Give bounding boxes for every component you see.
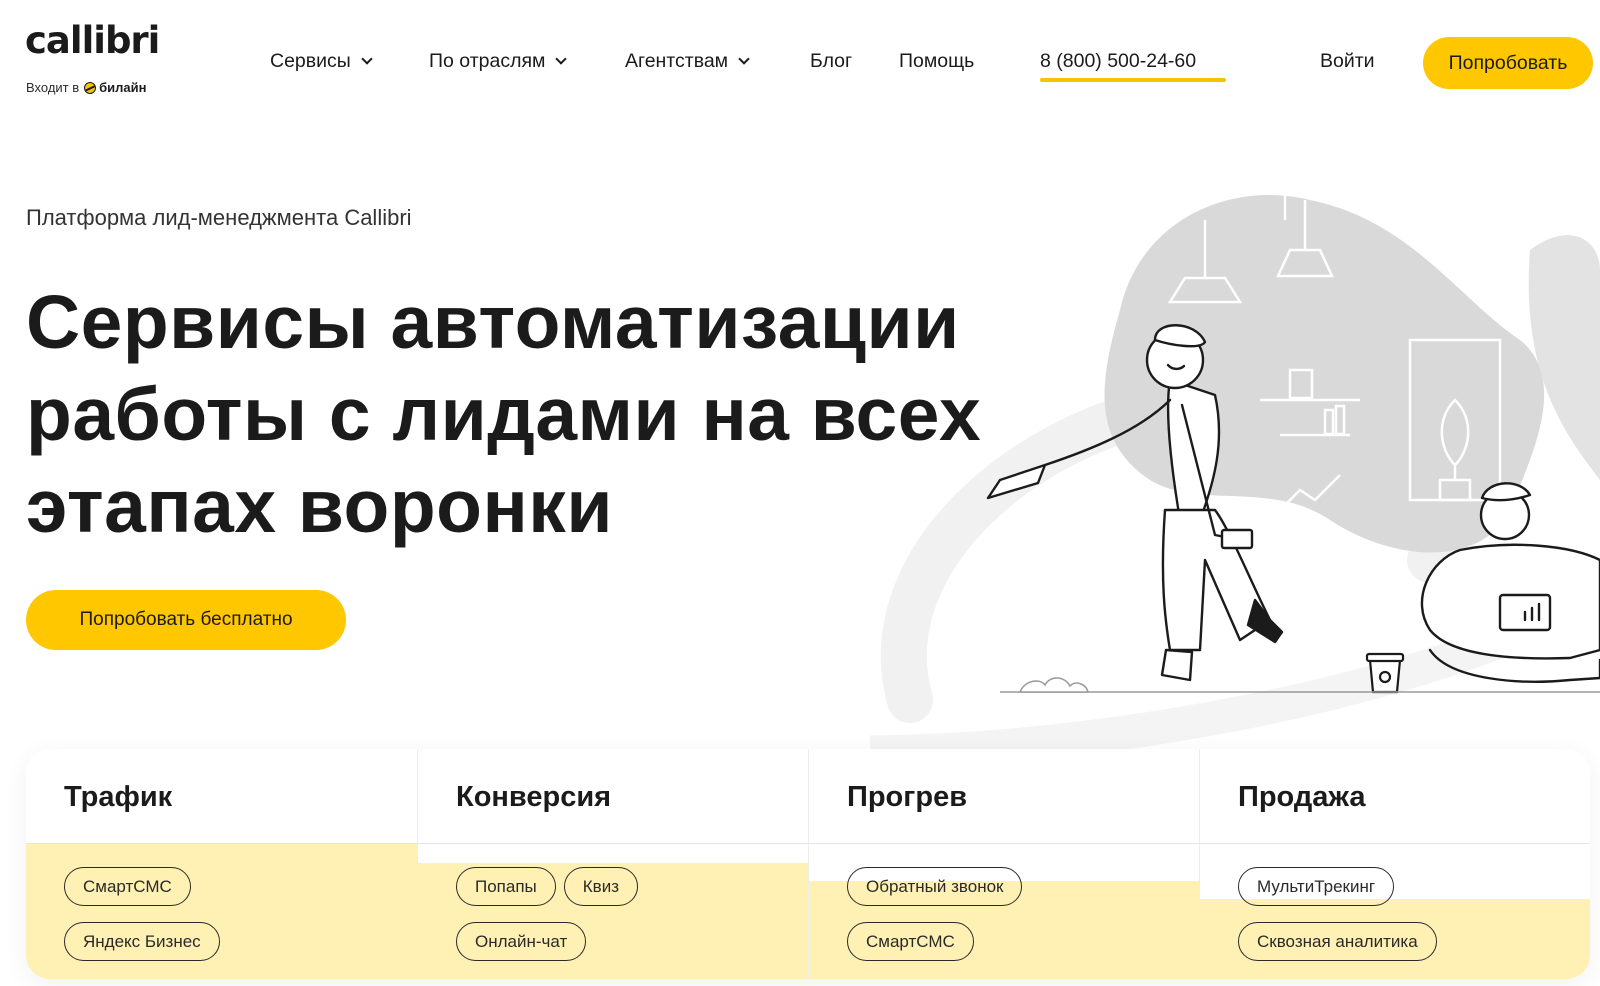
nav-item-label: Агентствам [625, 50, 729, 72]
tag-smartsms[interactable]: СмартСМС [64, 867, 191, 906]
logo[interactable]: callibri Входит в билайн [25, 22, 185, 102]
tag-multitracking[interactable]: МультиТрекинг [1238, 867, 1395, 906]
try-button[interactable]: Попробовать [1423, 37, 1593, 89]
tag-yandex-business[interactable]: Яндекс Бизнес [64, 922, 220, 961]
chevron-down-icon [738, 53, 750, 65]
chevron-down-icon [555, 53, 568, 65]
hero-title-line: работы с лидами на всех [26, 372, 982, 456]
card-divider [809, 843, 1199, 844]
phone-underline [1040, 78, 1226, 82]
phone-link[interactable]: 8 (800) 500-24-60 [1040, 50, 1196, 73]
chevron-down-icon [361, 53, 373, 65]
login-link[interactable]: Войти [1320, 50, 1375, 73]
nav-item-industries[interactable]: По отраслям [429, 50, 568, 73]
card-title: Продажа [1238, 781, 1366, 813]
card-title: Конверсия [456, 781, 612, 813]
tag-smartsms[interactable]: СмартСМС [847, 922, 974, 961]
nav-item-label: Сервисы [270, 50, 351, 72]
nav-item-services[interactable]: Сервисы [270, 50, 373, 73]
nav-item-label: По отраслям [429, 50, 546, 72]
tag-popups[interactable]: Попапы [456, 867, 556, 906]
nav-item-help[interactable]: Помощь [899, 50, 974, 73]
nav-item-blog[interactable]: Блог [810, 50, 852, 73]
logo-wordmark: callibri [25, 19, 160, 62]
nav-item-label: Помощь [899, 50, 975, 72]
tag-callback[interactable]: Обратный звонок [847, 867, 1023, 906]
tag-quiz[interactable]: Квиз [563, 867, 638, 906]
hero-title: Сервисы автоматизации работы с лидами на… [26, 276, 1006, 552]
card-tags: СмартСМС Яндекс Бизнес [64, 867, 397, 961]
shrub [1018, 677, 1089, 693]
background-blob-right [1528, 235, 1600, 480]
hero-eyebrow: Платформа лид-менеджмента Callibri [26, 205, 412, 230]
card-divider [26, 843, 417, 844]
card-traffic[interactable]: Трафик СмартСМС Яндекс Бизнес [26, 749, 417, 979]
card-warmup[interactable]: Прогрев Обратный звонок СмартСМС [808, 749, 1199, 979]
card-tags: Попапы Квиз Онлайн-чат [456, 867, 788, 961]
coffee-cup [1365, 652, 1405, 694]
logo-subtitle: Входит в билайн [26, 80, 147, 95]
nav-item-label: Блог [810, 50, 853, 72]
tag-end-to-end-analytics[interactable]: Сквозная аналитика [1238, 922, 1437, 961]
hero-illustration [870, 180, 1600, 770]
nav-item-agencies[interactable]: Агентствам [625, 50, 750, 73]
card-title: Трафик [64, 781, 173, 813]
card-divider [418, 843, 808, 844]
logo-sub-brand: билайн [99, 80, 147, 95]
tag-online-chat[interactable]: Онлайн-чат [456, 922, 587, 961]
hero-title-line: Сервисы автоматизации [26, 280, 960, 364]
funnel-cards: Трафик СмартСМС Яндекс Бизнес Конверсия … [26, 749, 1590, 979]
card-divider [1200, 843, 1590, 844]
card-conversion[interactable]: Конверсия Попапы Квиз Онлайн-чат [417, 749, 808, 979]
card-tags: Обратный звонок СмартСМС [847, 867, 1179, 961]
card-title: Прогрев [847, 781, 968, 813]
beeline-logo-icon [84, 81, 97, 94]
site-header: callibri Входит в билайн Сервисы По отра… [0, 0, 1600, 120]
hero-title-line: этапах воронки [26, 464, 613, 548]
card-tags: МультиТрекинг Сквозная аналитика [1238, 867, 1570, 961]
logo-sub-prefix: Входит в [26, 80, 80, 95]
card-sales[interactable]: Продажа МультиТрекинг Сквозная аналитика [1199, 749, 1590, 979]
try-free-button[interactable]: Попробовать бесплатно [26, 590, 346, 650]
